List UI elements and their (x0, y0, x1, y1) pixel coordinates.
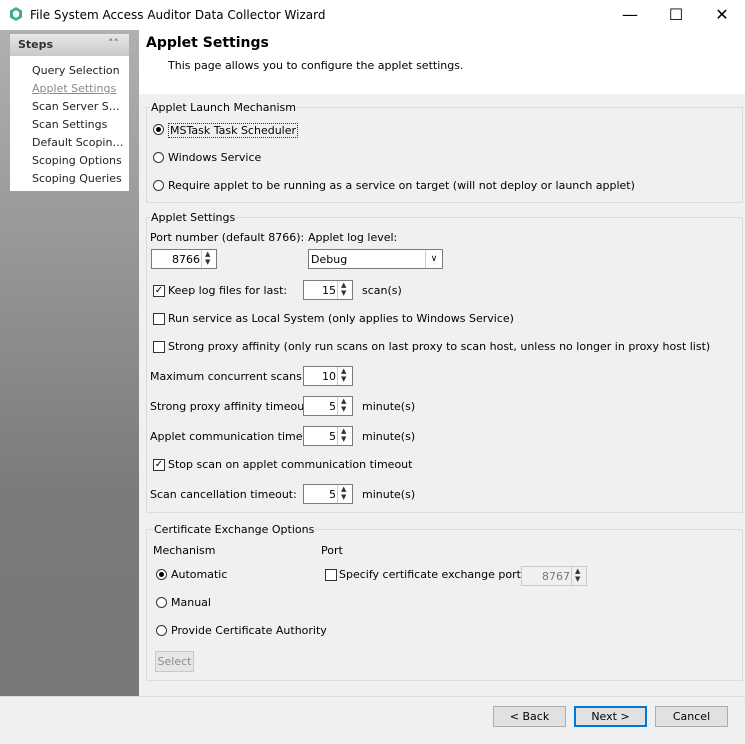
affinity-timeout-spin-arrows[interactable]: ▲ ▼ (337, 397, 352, 415)
comm-timeout-spinner[interactable]: 5 ▲ ▼ (303, 426, 353, 446)
comm-timeout-unit: minute(s) (362, 430, 416, 443)
label-mstask[interactable]: MSTask Task Scheduler (168, 123, 299, 138)
label-manual[interactable]: Manual (171, 596, 211, 609)
cancel-timeout-value: 5 (329, 488, 336, 501)
spin-up-icon[interactable]: ▲ (205, 250, 210, 258)
port-spin-arrows[interactable]: ▲ ▼ (201, 250, 216, 268)
spin-down-icon[interactable]: ▼ (341, 289, 346, 297)
max-scans-spin-arrows[interactable]: ▲ ▼ (337, 367, 352, 385)
radio-require-service[interactable] (153, 180, 164, 191)
minimize-button[interactable]: — (607, 0, 653, 30)
keep-logs-value: 15 (322, 284, 336, 297)
affinity-timeout-spinner[interactable]: 5 ▲ ▼ (303, 396, 353, 416)
port-number-label: Port number (default 8766): (150, 231, 305, 244)
chevron-down-icon[interactable]: ∨ (425, 250, 442, 268)
log-level-label: Applet log level: (308, 231, 398, 244)
keep-logs-spinner[interactable]: 15 ▲ ▼ (303, 280, 353, 300)
keep-logs-label[interactable]: Keep log files for last: (168, 284, 287, 297)
label-require-service[interactable]: Require applet to be running as a servic… (168, 179, 635, 192)
spin-down-icon[interactable]: ▼ (341, 435, 346, 443)
close-button[interactable]: ✕ (699, 0, 745, 30)
specify-port-checkbox[interactable] (325, 569, 337, 581)
step-scan-settings[interactable]: Scan Settings (32, 118, 124, 131)
radio-windows-service[interactable] (153, 152, 164, 163)
comm-timeout-value: 5 (329, 430, 336, 443)
label-provide-ca[interactable]: Provide Certificate Authority (171, 624, 327, 637)
cancel-button[interactable]: Cancel (655, 706, 728, 727)
keep-logs-spin-arrows[interactable]: ▲ ▼ (337, 281, 352, 299)
max-scans-value: 10 (322, 370, 336, 383)
affinity-timeout-unit: minute(s) (362, 400, 416, 413)
log-level-select[interactable]: Debug ∨ (308, 249, 443, 269)
spin-up-icon[interactable]: ▲ (341, 485, 346, 493)
comm-timeout-label: Applet communication timeout: (150, 430, 325, 443)
local-system-label[interactable]: Run service as Local System (only applie… (168, 312, 514, 325)
cert-exchange-legend: Certificate Exchange Options (153, 523, 316, 536)
specify-port-label[interactable]: Specify certificate exchange port : (339, 568, 528, 581)
strong-affinity-label[interactable]: Strong proxy affinity (only run scans on… (168, 340, 710, 353)
label-windows-service[interactable]: Windows Service (168, 151, 261, 164)
collapse-icon[interactable]: ˄˄ (108, 37, 119, 50)
comm-timeout-spin-arrows[interactable]: ▲ ▼ (337, 427, 352, 445)
spin-down-icon[interactable]: ▼ (341, 405, 346, 413)
select-button[interactable]: Select (155, 651, 194, 672)
cert-port-spin-arrows[interactable]: ▲ ▼ (571, 567, 586, 585)
label-automatic[interactable]: Automatic (171, 568, 227, 581)
log-level-value: Debug (311, 253, 348, 266)
step-query-selection[interactable]: Query Selection (32, 64, 124, 77)
spin-down-icon[interactable]: ▼ (341, 375, 346, 383)
radio-manual[interactable] (156, 597, 167, 608)
steps-title: Steps (18, 38, 54, 51)
spin-up-icon[interactable]: ▲ (575, 567, 580, 575)
local-system-checkbox[interactable] (153, 313, 165, 325)
spin-up-icon[interactable]: ▲ (341, 281, 346, 289)
cancel-timeout-spinner[interactable]: 5 ▲ ▼ (303, 484, 353, 504)
keep-logs-unit: scan(s) (362, 284, 402, 297)
step-applet-settings[interactable]: Applet Settings (32, 82, 124, 95)
max-scans-spinner[interactable]: 10 ▲ ▼ (303, 366, 353, 386)
max-scans-label: Maximum concurrent scans: (150, 370, 306, 383)
cert-port-value: 8767 (542, 570, 570, 583)
strong-affinity-checkbox[interactable] (153, 341, 165, 353)
cancel-timeout-spin-arrows[interactable]: ▲ ▼ (337, 485, 352, 503)
footer-divider (0, 696, 745, 697)
spin-down-icon[interactable]: ▼ (341, 493, 346, 501)
step-scan-server-selection[interactable]: Scan Server Sel... (32, 100, 124, 113)
app-logo-icon (10, 7, 22, 21)
page-description: This page allows you to configure the ap… (168, 59, 464, 72)
back-button[interactable]: < Back (493, 706, 566, 727)
affinity-timeout-label: Strong proxy affinity timeout: (150, 400, 313, 413)
mechanism-label: Mechanism (153, 544, 216, 557)
port-number-spinner[interactable]: 8766 ▲ ▼ (151, 249, 217, 269)
spin-down-icon[interactable]: ▼ (205, 258, 210, 266)
window-title: File System Access Auditor Data Collecto… (30, 8, 326, 22)
affinity-timeout-value: 5 (329, 400, 336, 413)
radio-mstask[interactable] (153, 124, 164, 135)
step-scoping-options[interactable]: Scoping Options (32, 154, 124, 167)
port-number-value: 8766 (172, 253, 200, 266)
radio-provide-ca[interactable] (156, 625, 167, 636)
spin-up-icon[interactable]: ▲ (341, 397, 346, 405)
page-title: Applet Settings (146, 35, 269, 51)
spin-up-icon[interactable]: ▲ (341, 367, 346, 375)
cancel-timeout-unit: minute(s) (362, 488, 416, 501)
radio-automatic[interactable] (156, 569, 167, 580)
spin-up-icon[interactable]: ▲ (341, 427, 346, 435)
keep-logs-checkbox[interactable]: ✓ (153, 285, 165, 297)
step-scoping-queries[interactable]: Scoping Queries (32, 172, 124, 185)
stop-scan-checkbox[interactable]: ✓ (153, 459, 165, 471)
maximize-button[interactable]: ☐ (653, 0, 699, 30)
spin-down-icon[interactable]: ▼ (575, 575, 580, 583)
applet-settings-legend: Applet Settings (150, 211, 237, 224)
cancel-timeout-label: Scan cancellation timeout: (150, 488, 297, 501)
launch-mechanism-legend: Applet Launch Mechanism (150, 101, 297, 114)
cert-port-label: Port (321, 544, 343, 557)
cert-exchange-group (146, 529, 743, 681)
stop-scan-label[interactable]: Stop scan on applet communication timeou… (168, 458, 412, 471)
cert-port-spinner[interactable]: 8767 ▲ ▼ (521, 566, 587, 586)
step-default-scoping[interactable]: Default Scoping... (32, 136, 124, 149)
next-button[interactable]: Next > (574, 706, 647, 727)
